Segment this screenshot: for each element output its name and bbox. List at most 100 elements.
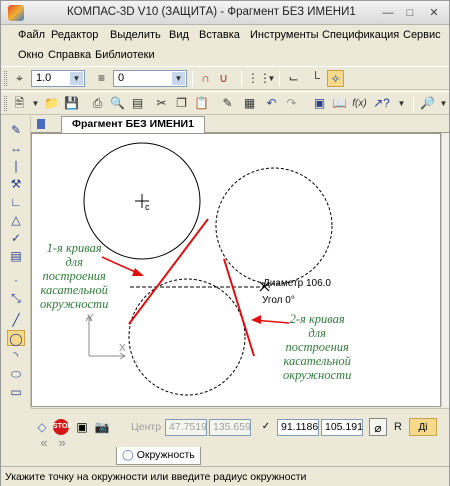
local-cs-icon[interactable]: └ [307, 70, 324, 87]
line-scale-combo[interactable]: 1.0 ▼ [31, 70, 85, 87]
chevron-down-icon[interactable]: ▼ [27, 95, 44, 112]
vertical-scrollbar[interactable] [441, 133, 449, 407]
toolbar-grip[interactable] [4, 71, 7, 86]
stop-icon[interactable]: STOP [53, 419, 72, 435]
save-icon[interactable]: 💾 [63, 95, 80, 112]
select-panel-icon[interactable]: ✓ [7, 230, 25, 246]
grid-icon[interactable]: ⋮⋮ [247, 70, 271, 87]
menu-tools[interactable]: Инструменты [250, 29, 319, 41]
first-curve[interactable] [128, 218, 209, 325]
menu-specification[interactable]: Спецификация [322, 29, 399, 41]
dimensions-panel-icon[interactable]: ↔ [7, 140, 25, 156]
circle-tab-label: Окружность [136, 449, 195, 461]
angle-label: Угол 0° [262, 295, 295, 306]
center-y-field[interactable]: 135.659 [209, 419, 251, 436]
cut-icon[interactable]: ✂ [153, 95, 170, 112]
auxiliary-line-icon[interactable]: ⤡ [7, 290, 25, 306]
point-y-field[interactable]: 105.191 [321, 419, 363, 436]
nav-forward-icon[interactable]: » [53, 434, 71, 452]
parametrization-panel-icon[interactable]: ∟ [7, 194, 25, 210]
diameter-toggle[interactable]: Ді [409, 418, 437, 436]
measure-panel-icon[interactable]: △ [7, 212, 25, 228]
snap-toggle-icon[interactable]: ✧ [327, 70, 344, 87]
auto-create-icon[interactable]: ▣ [73, 418, 91, 436]
diameter-label: Диаметр 106.0 [263, 278, 331, 289]
zoom-icon[interactable]: 🔎 [419, 95, 436, 112]
radius-toggle[interactable]: R [389, 418, 407, 436]
phantom-circle-bottom [128, 278, 246, 396]
status-message: Укажите точку на окружности или введите … [5, 471, 307, 483]
menu-help[interactable]: Справка [48, 49, 91, 61]
circle-tab[interactable]: ◯ Окружность [116, 447, 201, 465]
chevron-down-icon[interactable]: ▼ [393, 95, 410, 112]
redo-icon[interactable]: ↷ [283, 95, 300, 112]
menu-select[interactable]: Выделить [110, 29, 161, 41]
print-preview-icon[interactable]: 🔍 [109, 95, 126, 112]
chevron-down-icon[interactable]: ▼ [263, 70, 280, 87]
layers-icon[interactable]: ≡ [93, 70, 110, 87]
orthogonal-icon[interactable]: ⌙ [285, 70, 302, 87]
layer-combo[interactable]: 0 ▼ [113, 70, 187, 87]
minimize-button[interactable]: — [379, 5, 397, 21]
circle-tool-icon[interactable]: ◯ [7, 330, 25, 346]
toolbar-grip[interactable] [4, 96, 7, 111]
print-icon[interactable]: ⎙ [89, 95, 106, 112]
format-painter-icon[interactable]: ✎ [219, 95, 236, 112]
note2-line: касательной [283, 354, 351, 368]
open-folder-icon[interactable]: 📁 [43, 95, 60, 112]
center-x-field[interactable]: 47.7519 [165, 419, 207, 436]
context-help-icon[interactable]: ↗? [373, 95, 390, 112]
manager-icon[interactable]: ▣ [311, 95, 328, 112]
nav-back-icon[interactable]: « [35, 434, 53, 452]
menu-service[interactable]: Сервис [403, 29, 441, 41]
new-document-icon[interactable]: 🗎 [11, 95, 28, 112]
editing-panel-icon[interactable]: ⚒ [7, 176, 25, 192]
menu-view[interactable]: Вид [169, 29, 189, 41]
second-curve[interactable] [223, 258, 255, 357]
library-icon[interactable]: 📖 [331, 95, 348, 112]
chevron-down-icon[interactable]: ▼ [172, 72, 185, 85]
circle-tab-icon: ◯ [122, 449, 134, 461]
note1-line: построения [42, 269, 106, 283]
document-tab[interactable]: Фрагмент БЕЗ ИМЕНИ1 [61, 116, 205, 133]
snap-magnet-icon[interactable]: ∩ [197, 70, 214, 87]
point-x-field[interactable]: 91.1186 [277, 419, 319, 436]
window-title: КОМПАС-3D V10 (ЗАЩИТА) - Фрагмент БЕЗ ИМ… [67, 6, 356, 18]
variables-icon[interactable]: f(x) [351, 95, 368, 112]
menu-libraries[interactable]: Библиотеки [95, 49, 155, 61]
standard-toolbar: 🗎 ▼ 📁 💾 ⎙ 🔍 ▤ ✂ ❐ 📋 ✎ ▦ ↶ ↷ ▣ 📖 f(x) ↗? … [1, 91, 449, 115]
designations-panel-icon[interactable]: ∣ [7, 158, 25, 174]
properties-icon[interactable]: ▤ [129, 95, 146, 112]
spec-panel-icon[interactable]: ▤ [7, 248, 25, 264]
properties-panel: ◇ STOP ▣ 📷 Центр 47.7519 135.659 ✓ 91.11… [31, 408, 449, 446]
snapshot-icon[interactable]: 📷 [93, 418, 111, 436]
diameter-icon[interactable]: ⌀ [369, 418, 387, 436]
note1-line: для [65, 255, 83, 269]
geometry-panel-icon[interactable]: ✎ [7, 122, 25, 138]
rectangle-tool-icon[interactable]: ▭ [7, 384, 25, 400]
segment-tool-icon[interactable]: ╱ [7, 312, 25, 328]
drawing-canvas[interactable]: c Y X Диаметр 106.0 Угол 0° 1-я кривая д… [31, 133, 441, 407]
menu-file[interactable]: Файл [18, 29, 45, 41]
status-bar: Укажите точку на окружности или введите … [1, 466, 449, 486]
point-tool-icon[interactable]: · [7, 272, 25, 288]
paste-icon[interactable]: 📋 [193, 95, 210, 112]
separator [192, 71, 193, 87]
local-snap-icon[interactable]: ∪ [215, 70, 232, 87]
menu-window[interactable]: Окно [18, 49, 44, 61]
cursor-icon[interactable]: ⌖ [11, 70, 28, 87]
maximize-button[interactable]: □ [401, 5, 419, 21]
menu-insert[interactable]: Вставка [199, 29, 240, 41]
copy-icon[interactable]: ❐ [173, 95, 190, 112]
layout-icon[interactable]: ▦ [241, 95, 258, 112]
separator [279, 71, 280, 87]
arc-tool-icon[interactable]: ◝ [7, 348, 25, 364]
point-lock-icon[interactable]: ✓ [257, 418, 275, 436]
chevron-down-icon[interactable]: ▼ [70, 72, 83, 85]
separator [413, 96, 414, 112]
undo-icon[interactable]: ↶ [263, 95, 280, 112]
ellipse-tool-icon[interactable]: ⬭ [7, 366, 25, 382]
menu-editor[interactable]: Редактор [51, 29, 98, 41]
close-button[interactable]: ✕ [425, 5, 443, 21]
chevron-down-icon[interactable]: ▼ [435, 95, 450, 112]
